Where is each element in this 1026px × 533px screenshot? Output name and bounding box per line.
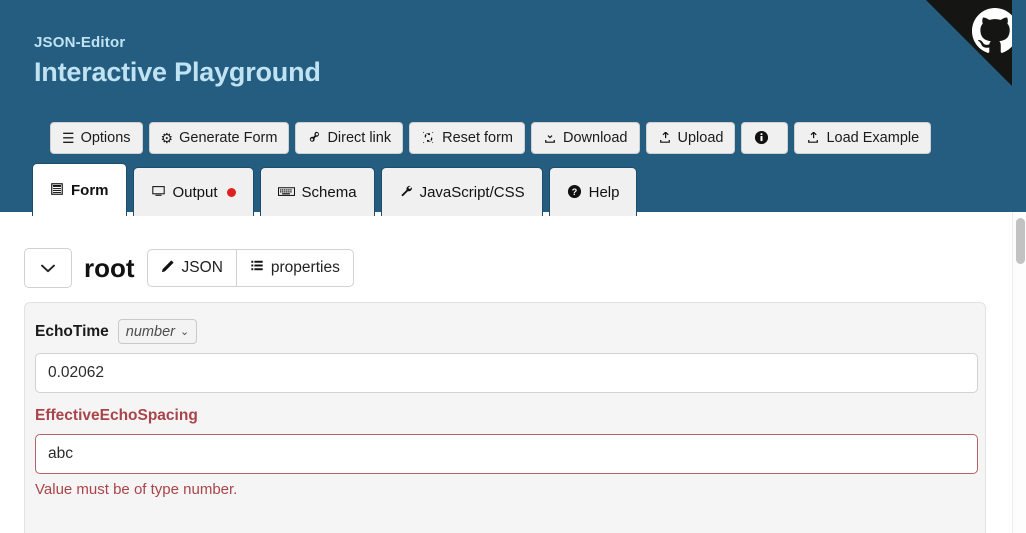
wrench-icon — [399, 184, 413, 200]
root-node-title: root — [84, 253, 135, 283]
monitor-icon — [151, 184, 166, 200]
question-circle-icon: ? — [567, 184, 582, 201]
input-echotime[interactable]: 0.02062 — [35, 353, 978, 393]
reset-form-button-label: Reset form — [442, 129, 514, 146]
load-example-button-label: Load Example — [826, 129, 920, 146]
info-icon — [754, 130, 769, 147]
main-tab-bar: Form Output Schema JavaScript/CSS ? Help — [32, 163, 638, 216]
json-mode-button-label: JSON — [181, 259, 223, 276]
github-fork-ribbon[interactable] — [926, 0, 1026, 100]
options-button-label: Options — [80, 129, 131, 146]
tab-output[interactable]: Output — [132, 167, 254, 216]
download-icon — [543, 131, 557, 146]
load-example-button[interactable]: Load Example — [794, 122, 932, 154]
tab-form[interactable]: Form — [32, 163, 127, 216]
type-select-echotime[interactable]: number ⌄ — [117, 319, 198, 344]
direct-link-button[interactable]: Direct link — [295, 122, 404, 154]
properties-button[interactable]: properties — [236, 249, 354, 287]
json-editor-playground-page: JSON-Editor Interactive Playground ☰ Opt… — [0, 0, 1026, 533]
hamburger-menu-icon: ☰ — [62, 130, 75, 146]
vertical-scrollbar[interactable] — [1012, 212, 1026, 533]
pencil-icon — [161, 259, 175, 278]
type-select-value: number — [125, 323, 175, 340]
list-icon — [250, 259, 264, 277]
root-mode-button-group: JSON properties — [146, 249, 354, 287]
tab-output-label: Output — [172, 183, 218, 201]
tab-javascript-css[interactable]: JavaScript/CSS — [380, 167, 543, 216]
tab-schema[interactable]: Schema — [259, 167, 375, 216]
chevron-down-icon — [41, 260, 55, 277]
link-icon — [307, 131, 321, 146]
page-title: Interactive Playground — [34, 57, 321, 87]
tab-schema-label: Schema — [301, 183, 357, 201]
output-changed-badge — [226, 187, 236, 197]
chevron-down-icon: ⌄ — [179, 326, 190, 338]
brand-name: JSON-Editor — [34, 34, 126, 51]
field-label-echotime: EchoTime — [35, 322, 109, 340]
generate-form-button-label: Generate Form — [179, 129, 278, 146]
root-collapse-toggle[interactable] — [24, 248, 72, 288]
upload-icon — [658, 131, 672, 146]
properties-button-label: properties — [270, 259, 340, 276]
reset-icon — [421, 131, 436, 146]
form-editor-area: root JSON properties EchoTime number ⌄ 0… — [0, 212, 1012, 533]
download-button-label: Download — [563, 129, 628, 146]
gear-icon: ⚙ — [160, 130, 174, 146]
json-mode-button[interactable]: JSON — [146, 249, 237, 287]
generate-form-button[interactable]: ⚙ Generate Form — [148, 122, 290, 154]
validation-error-message: Value must be of type number. — [35, 481, 238, 498]
main-toolbar: ☰ Options ⚙ Generate Form Direct link Re… — [50, 122, 932, 154]
upload-button[interactable]: Upload — [645, 122, 736, 154]
upload-button-label: Upload — [677, 129, 724, 146]
reset-form-button[interactable]: Reset form — [409, 122, 526, 154]
keyboard-icon — [277, 185, 295, 200]
scrollbar-thumb[interactable] — [1016, 218, 1025, 264]
form-icon — [50, 182, 64, 198]
options-button[interactable]: ☰ Options — [50, 122, 143, 154]
input-effectiveechospacing[interactable]: abc — [35, 434, 978, 474]
scrollbar-header-spacer — [1012, 0, 1026, 212]
field-echotime: EchoTime number ⌄ 0.02062 — [35, 319, 978, 393]
root-node-header: root JSON properties — [24, 248, 354, 288]
svg-text:?: ? — [571, 186, 577, 196]
properties-panel: EchoTime number ⌄ 0.02062 EffectiveEchoS… — [24, 302, 986, 533]
tab-help[interactable]: ? Help — [548, 167, 638, 216]
field-label-row: EffectiveEchoSpacing — [35, 407, 975, 425]
field-label-row: EchoTime number ⌄ — [35, 319, 975, 344]
tab-help-label: Help — [588, 183, 620, 201]
tab-javascript-css-label: JavaScript/CSS — [419, 183, 525, 201]
info-button[interactable] — [741, 122, 789, 154]
upload-icon — [806, 131, 820, 146]
field-effectiveechospacing: EffectiveEchoSpacing abc Value must be o… — [35, 407, 978, 498]
field-label-effectiveechospacing: EffectiveEchoSpacing — [35, 407, 198, 424]
download-button[interactable]: Download — [531, 122, 640, 154]
direct-link-button-label: Direct link — [327, 129, 392, 146]
tab-form-label: Form — [71, 181, 109, 199]
